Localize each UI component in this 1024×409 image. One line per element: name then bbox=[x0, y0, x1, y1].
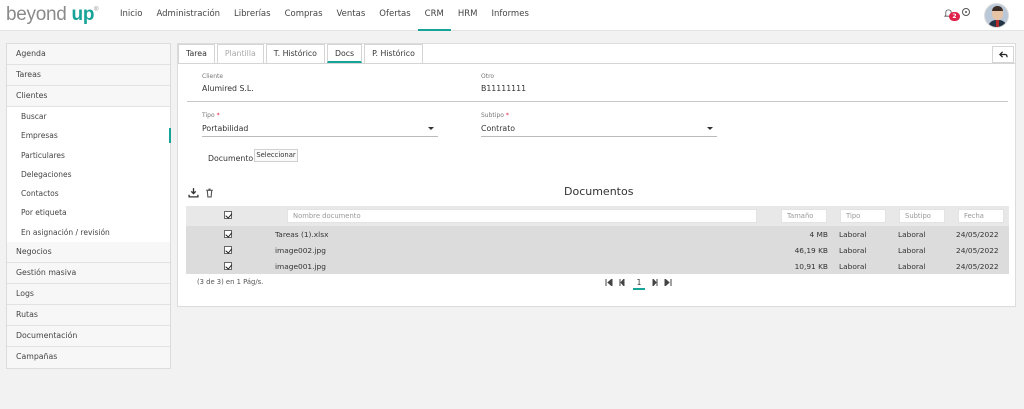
filter-tamano-input[interactable]: Tamaño bbox=[781, 209, 827, 223]
prev-page-icon[interactable] bbox=[619, 279, 625, 286]
otro-label: Otro bbox=[481, 73, 495, 80]
nav-ofertas[interactable]: Ofertas bbox=[372, 0, 417, 31]
sidebar-item-negocios[interactable]: Negocios bbox=[7, 242, 170, 264]
nav-ventas[interactable]: Ventas bbox=[330, 0, 373, 31]
cell-subtipo: Laboral bbox=[898, 262, 926, 271]
otro-value: B11111111 bbox=[481, 84, 527, 93]
subtipo-select[interactable]: Contrato bbox=[481, 123, 717, 137]
back-arrow-icon bbox=[998, 51, 1008, 58]
sidebar-subitem-empresas[interactable]: Empresas bbox=[7, 126, 171, 146]
cell-subtipo: Laboral bbox=[898, 230, 926, 239]
page-number-current[interactable]: 1 bbox=[633, 278, 645, 290]
cell-name: Tareas (1).xlsx bbox=[275, 230, 329, 239]
tab-p-historico[interactable]: P. Histórico bbox=[364, 44, 423, 63]
cell-subtipo: Laboral bbox=[898, 246, 926, 255]
documents-grid-header: Nombre documento Tamaño Tipo Subtipo Fec… bbox=[186, 206, 1009, 226]
nav-compras[interactable]: Compras bbox=[278, 0, 330, 31]
nav-librerias[interactable]: Librerías bbox=[227, 0, 278, 31]
last-page-icon[interactable] bbox=[664, 279, 672, 286]
cliente-value: Alumired S.L. bbox=[202, 84, 254, 93]
tab-tarea[interactable]: Tarea bbox=[178, 44, 215, 63]
nav-crm[interactable]: CRM bbox=[417, 0, 451, 31]
sidebar-subitem-delegaciones[interactable]: Delegaciones bbox=[7, 164, 170, 185]
top-bar: beyond up® Inicio Administración Librerí… bbox=[0, 0, 1024, 31]
gear-icon[interactable] bbox=[962, 8, 970, 16]
documents-title: Documentos bbox=[564, 185, 634, 198]
select-all-checkbox[interactable] bbox=[224, 211, 232, 219]
filter-subtipo-input[interactable]: Subtipo bbox=[899, 209, 945, 223]
chevron-down-icon bbox=[707, 127, 713, 130]
documento-label: Documento bbox=[208, 154, 254, 163]
subtipo-label: Subtipo * bbox=[481, 112, 509, 119]
pagination-info: (3 de 3) en 1 Pág/s. bbox=[197, 278, 264, 286]
documents-grid-body: Tareas (1).xlsx 4 MB Laboral Laboral 24/… bbox=[186, 226, 1009, 274]
next-page-icon[interactable] bbox=[652, 279, 658, 286]
tab-t-historico[interactable]: T. Histórico bbox=[265, 44, 325, 63]
nav-inicio[interactable]: Inicio bbox=[113, 0, 150, 31]
avatar[interactable] bbox=[984, 3, 1009, 28]
seleccionar-button[interactable]: Seleccionar bbox=[254, 149, 298, 162]
tab-divider bbox=[178, 63, 1015, 64]
row-checkbox[interactable] bbox=[224, 246, 232, 254]
notification-badge: 2 bbox=[949, 12, 960, 21]
tipo-label: Tipo * bbox=[202, 112, 220, 119]
sidebar-subitem-contactos[interactable]: Contactos bbox=[7, 184, 170, 204]
cell-tipo: Laboral bbox=[839, 230, 867, 239]
cell-size: 4 MB bbox=[809, 230, 829, 239]
sidebar-subitem-por-etiqueta[interactable]: Por etiqueta bbox=[7, 203, 170, 223]
sidebar-subitem-particulares[interactable]: Particulares bbox=[7, 145, 170, 165]
tab-docs[interactable]: Docs bbox=[326, 44, 363, 63]
main-panel: Tarea Plantilla T. Histórico Docs P. His… bbox=[177, 43, 1016, 307]
filter-fecha-input[interactable]: Fecha bbox=[958, 209, 1004, 223]
nav-administracion[interactable]: Administración bbox=[150, 0, 228, 31]
nav-informes[interactable]: Informes bbox=[485, 0, 536, 31]
sidebar-item-documentacion[interactable]: Documentación bbox=[7, 326, 170, 348]
filter-nombre-input[interactable]: Nombre documento bbox=[287, 209, 757, 223]
cell-name: image002.jpg bbox=[275, 246, 326, 255]
row-checkbox[interactable] bbox=[224, 230, 232, 238]
tab-plantilla: Plantilla bbox=[216, 44, 264, 63]
sidebar-subitem-buscar[interactable]: Buscar bbox=[7, 107, 170, 127]
first-page-icon[interactable] bbox=[605, 279, 613, 286]
cliente-label: Cliente bbox=[202, 73, 224, 80]
cell-name: image001.jpg bbox=[275, 262, 326, 271]
back-button[interactable] bbox=[992, 46, 1014, 63]
tab-bar: Tarea Plantilla T. Histórico Docs P. His… bbox=[178, 44, 425, 63]
cell-tipo: Laboral bbox=[839, 246, 867, 255]
cell-size: 10,91 KB bbox=[794, 262, 828, 271]
nav-hrm[interactable]: HRM bbox=[451, 0, 485, 31]
filter-tipo-input[interactable]: Tipo bbox=[840, 209, 886, 223]
cell-tipo: Laboral bbox=[839, 262, 867, 271]
download-icon[interactable] bbox=[188, 187, 199, 198]
sidebar-item-agenda[interactable]: Agenda bbox=[7, 44, 170, 65]
cell-fecha: 24/05/2022 bbox=[956, 246, 999, 255]
chevron-down-icon bbox=[428, 127, 434, 130]
sidebar-item-rutas[interactable]: Rutas bbox=[7, 305, 170, 327]
sidebar-item-tareas[interactable]: Tareas bbox=[7, 65, 170, 86]
cell-size: 46,19 KB bbox=[794, 246, 828, 255]
sidebar-subitem-asignacion[interactable]: En asignación / revisión bbox=[7, 222, 170, 243]
row-checkbox[interactable] bbox=[224, 262, 232, 270]
sidebar-item-campanas[interactable]: Campañas bbox=[7, 347, 170, 369]
tipo-select[interactable]: Portabilidad bbox=[202, 123, 438, 137]
cell-fecha: 24/05/2022 bbox=[956, 230, 999, 239]
sidebar-item-logs[interactable]: Logs bbox=[7, 284, 170, 306]
brand-logo[interactable]: beyond up® bbox=[6, 4, 99, 26]
main-nav: Inicio Administración Librerías Compras … bbox=[113, 0, 536, 31]
cell-fecha: 24/05/2022 bbox=[956, 262, 999, 271]
sidebar-item-clientes[interactable]: Clientes bbox=[7, 86, 170, 107]
sidebar: Agenda Tareas Clientes Buscar Empresas P… bbox=[6, 43, 171, 370]
trash-icon[interactable] bbox=[204, 187, 215, 198]
divider bbox=[187, 101, 1008, 102]
sidebar-item-gestion-masiva[interactable]: Gestión masiva bbox=[7, 263, 170, 285]
